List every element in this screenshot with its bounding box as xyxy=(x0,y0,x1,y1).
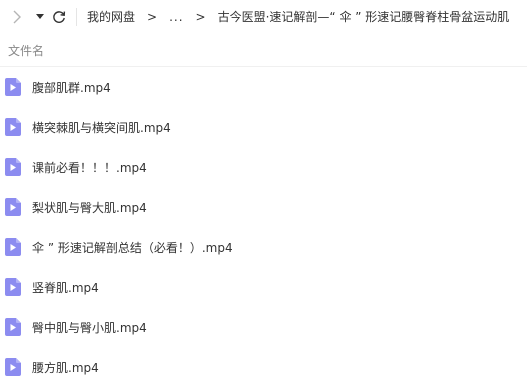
video-file-icon xyxy=(5,278,21,296)
forward-button[interactable] xyxy=(6,0,28,34)
file-name: 横突棘肌与横突间肌.mp4 xyxy=(32,120,171,135)
video-file-icon xyxy=(5,358,21,376)
refresh-button[interactable] xyxy=(48,0,70,34)
breadcrumb-separator: > xyxy=(195,10,206,24)
column-header-filename[interactable]: 文件名 xyxy=(8,42,44,59)
breadcrumb-root[interactable]: 我的网盘 xyxy=(87,0,135,34)
file-name: 梨状肌与臀大肌.mp4 xyxy=(32,200,147,215)
toolbar: 我的网盘 > ... > 古今医盟·速记解剖—“ 伞 ” 形速记腰臀脊柱骨盆运动… xyxy=(0,0,527,34)
file-row[interactable]: 梨状肌与臀大肌.mp4 xyxy=(0,187,527,227)
file-name: 腹部肌群.mp4 xyxy=(32,80,111,95)
video-file-icon xyxy=(5,158,21,176)
file-list-header: 文件名 xyxy=(0,34,527,67)
breadcrumb-ellipsis[interactable]: ... xyxy=(169,0,183,34)
file-row[interactable]: 课前必看！！！.mp4 xyxy=(0,147,527,187)
caret-down-icon xyxy=(36,14,44,19)
video-file-icon xyxy=(5,118,21,136)
file-name: 腰方肌.mp4 xyxy=(32,360,99,375)
video-file-icon xyxy=(5,318,21,336)
video-file-icon xyxy=(5,198,21,216)
toolbar-divider xyxy=(76,8,77,26)
file-row[interactable]: 腹部肌群.mp4 xyxy=(0,67,527,107)
breadcrumb-current-folder[interactable]: 古今医盟·速记解剖—“ 伞 ” 形速记腰臀脊柱骨盆运动肌 xyxy=(218,0,510,34)
file-row[interactable]: 竖脊肌.mp4 xyxy=(0,267,527,307)
breadcrumb-separator: > xyxy=(147,10,158,24)
file-row[interactable]: 腰方肌.mp4 xyxy=(0,347,527,387)
file-name: 竖脊肌.mp4 xyxy=(32,280,99,295)
file-row[interactable]: 伞 ” 形速记解剖总结（必看！）.mp4 xyxy=(0,227,527,267)
video-file-icon xyxy=(5,78,21,96)
file-name: 伞 ” 形速记解剖总结（必看！）.mp4 xyxy=(32,240,233,255)
history-dropdown-button[interactable] xyxy=(32,0,48,34)
refresh-icon xyxy=(53,11,66,23)
file-name: 臀中肌与臀小肌.mp4 xyxy=(32,320,147,335)
file-row[interactable]: 臀中肌与臀小肌.mp4 xyxy=(0,307,527,347)
file-row[interactable]: 横突棘肌与横突间肌.mp4 xyxy=(0,107,527,147)
file-list: 腹部肌群.mp4 横突棘肌与横突间肌.mp4 课前必看！！！.mp4 梨状肌与臀… xyxy=(0,67,527,387)
file-name: 课前必看！！！.mp4 xyxy=(32,160,147,175)
chevron-right-icon xyxy=(13,10,21,24)
video-file-icon xyxy=(5,238,21,256)
